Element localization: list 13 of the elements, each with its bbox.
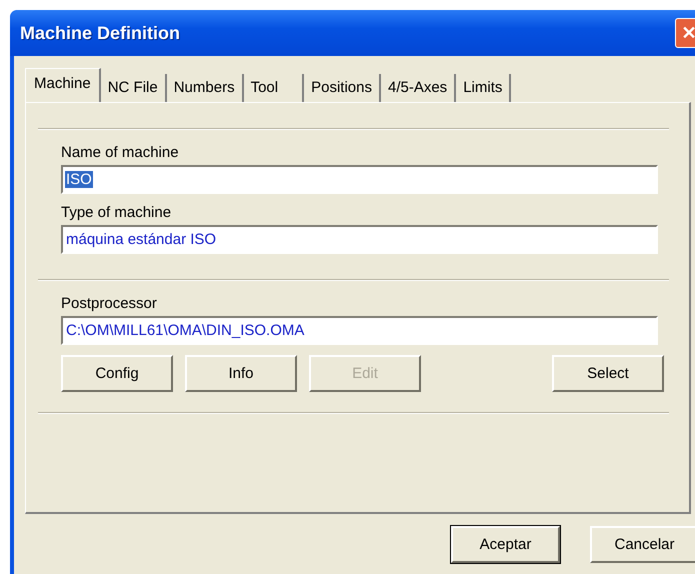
dialog-button[interactable]: Aceptar: [451, 526, 560, 563]
push-button[interactable]: Config: [61, 355, 173, 392]
input-field[interactable]: máquina estándar ISO: [61, 225, 658, 254]
input-field[interactable]: C:\OM\MILL61\OMA\DIN_ISO.OMA: [61, 316, 658, 345]
tab[interactable]: Machine: [25, 68, 101, 102]
field-label: Postprocessor: [61, 295, 158, 314]
field-label: Name of machine: [61, 144, 180, 163]
field-label: Type of machine: [61, 204, 172, 223]
input-field[interactable]: ISO: [61, 165, 658, 194]
dialog-button[interactable]: Cancelar: [590, 526, 695, 563]
push-button[interactable]: Info: [185, 355, 297, 392]
push-button[interactable]: Select: [552, 355, 664, 392]
window-title: Machine Definition: [20, 22, 182, 44]
